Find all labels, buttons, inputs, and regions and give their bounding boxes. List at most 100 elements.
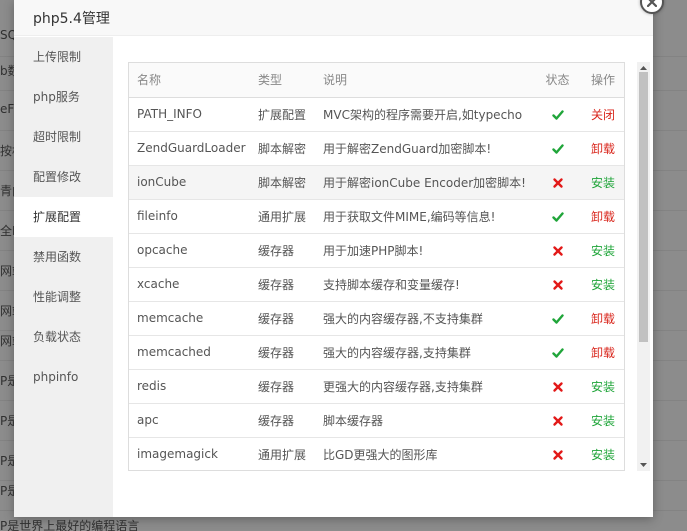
extension-name: ionCube: [129, 165, 250, 200]
extension-name: fileinfo: [129, 199, 250, 234]
sidebar-item-php-service[interactable]: php服务: [14, 77, 113, 117]
extension-name: apc: [129, 403, 250, 438]
extension-name: redis: [129, 369, 250, 404]
extension-type: 缓存器: [250, 369, 315, 404]
column-header-description: 说明: [315, 63, 534, 98]
extension-action-link[interactable]: 卸载: [591, 312, 615, 326]
sidebar-item-phpinfo[interactable]: phpinfo: [14, 357, 113, 397]
sidebar-item-label: 禁用函数: [33, 250, 82, 264]
extension-description: 脚本缓存器: [315, 403, 534, 438]
extension-description: 用于加速PHP脚本!: [315, 233, 534, 268]
extensions-table: 名称 类型 说明 状态 操作 PATH_INFO 扩展配置 MVC架构的程序需要开启…: [129, 63, 624, 470]
extension-action-link[interactable]: 安装: [591, 414, 615, 428]
sidebar-item-label: 负载状态: [33, 330, 82, 344]
extension-description: MVC架构的程序需要开启,如typecho: [315, 97, 534, 132]
extension-status: [534, 267, 581, 302]
extension-name: xcache: [129, 267, 250, 302]
extension-description: 用于获取文件MIME,编码等信息!: [315, 199, 534, 234]
extension-name: opcache: [129, 233, 250, 268]
cross-icon: [552, 277, 564, 291]
cross-icon: [552, 243, 564, 257]
extension-operation-cell: 安装: [581, 165, 624, 200]
extension-action-link[interactable]: 卸载: [591, 346, 615, 360]
extension-operation-cell: 安装: [581, 437, 624, 470]
extension-description: 强大的内容缓存器,支持集群: [315, 335, 534, 370]
extension-operation-cell: 安装: [581, 267, 624, 302]
extension-operation-cell: 卸载: [581, 301, 624, 336]
arrow-down-icon: [640, 463, 647, 467]
table-row: xcache 缓存器 支持脚本缓存和变量缓存! 安装: [129, 267, 624, 302]
extension-description: 强大的内容缓存器,不支持集群: [315, 301, 534, 336]
extension-action-link[interactable]: 卸载: [591, 210, 615, 224]
dialog-header: php5.4管理: [14, 0, 653, 36]
extension-status: [534, 131, 581, 166]
sidebar-item-label: 配置修改: [33, 170, 82, 184]
scroll-thumb[interactable]: [639, 72, 648, 342]
dialog-title: php5.4管理: [33, 11, 110, 27]
extension-description: 支持脚本缓存和变量缓存!: [315, 267, 534, 302]
extension-operation-cell: 卸载: [581, 199, 624, 234]
table-row: redis 缓存器 更强大的内容缓存器,支持集群 安装: [129, 369, 624, 404]
extension-status: [534, 233, 581, 268]
table-scrollbar[interactable]: [637, 62, 650, 471]
sidebar-item-config-edit[interactable]: 配置修改: [14, 157, 113, 197]
check-icon: [551, 107, 564, 121]
sidebar-item-upload-limit[interactable]: 上传限制: [14, 37, 113, 77]
extension-status: [534, 97, 581, 132]
arrow-up-icon: [640, 66, 647, 70]
extension-status: [534, 335, 581, 370]
extension-status: [534, 369, 581, 404]
sidebar-item-load-status[interactable]: 负载状态: [14, 317, 113, 357]
extension-type: 缓存器: [250, 301, 315, 336]
table-row: imagemagick 通用扩展 比GD更强大的图形库 安装: [129, 437, 624, 470]
php-manager-dialog: php5.4管理 上传限制 php服务 超时限制 配置修改 扩展配置 禁用函数 …: [14, 0, 664, 517]
extension-type: 缓存器: [250, 233, 315, 268]
extension-action-link[interactable]: 安装: [591, 380, 615, 394]
sidebar-item-label: 性能调整: [33, 290, 82, 304]
sidebar-item-performance[interactable]: 性能调整: [14, 277, 113, 317]
check-icon: [551, 209, 564, 223]
table-row: opcache 缓存器 用于加速PHP脚本! 安装: [129, 233, 624, 268]
sidebar-item-label: php服务: [33, 90, 80, 104]
extension-action-link[interactable]: 安装: [591, 244, 615, 258]
extension-action-link[interactable]: 安装: [591, 278, 615, 292]
sidebar-item-disabled-functions[interactable]: 禁用函数: [14, 237, 113, 277]
extension-type: 通用扩展: [250, 437, 315, 470]
extension-status: [534, 403, 581, 438]
table-row: ZendGuardLoader 脚本解密 用于解密ZendGuard加密脚本! 卸载: [129, 131, 624, 166]
extension-name: ZendGuardLoader: [129, 131, 250, 166]
sidebar-item-timeout-limit[interactable]: 超时限制: [14, 117, 113, 157]
extension-action-link[interactable]: 卸载: [591, 142, 615, 156]
extension-name: memcache: [129, 301, 250, 336]
extension-type: 通用扩展: [250, 199, 315, 234]
table-body: PATH_INFO 扩展配置 MVC架构的程序需要开启,如typecho 关闭 Zend…: [129, 97, 624, 470]
column-header-status: 状态: [534, 63, 581, 98]
sidebar-item-label: 扩展配置: [33, 210, 82, 224]
check-icon: [551, 141, 564, 155]
extension-action-link[interactable]: 关闭: [591, 108, 615, 122]
extension-operation-cell: 关闭: [581, 97, 624, 132]
extension-description: 比GD更强大的图形库: [315, 437, 534, 470]
extension-type: 缓存器: [250, 267, 315, 302]
extension-name: imagemagick: [129, 437, 250, 470]
extension-status: [534, 437, 581, 470]
table-row: ionCube 脚本解密 用于解密ionCube Encoder加密脚本! 安装: [129, 165, 624, 200]
sidebar: 上传限制 php服务 超时限制 配置修改 扩展配置 禁用函数 性能调整 负载状态…: [14, 37, 113, 517]
cross-icon: [552, 447, 564, 461]
table-row: PATH_INFO 扩展配置 MVC架构的程序需要开启,如typecho 关闭: [129, 97, 624, 132]
cross-icon: [552, 379, 564, 393]
extension-name: PATH_INFO: [129, 97, 250, 132]
sidebar-item-extensions[interactable]: 扩展配置: [14, 197, 113, 237]
extensions-table-container: 名称 类型 说明 状态 操作 PATH_INFO 扩展配置 MVC架构的程序需要开启…: [128, 62, 625, 471]
extension-status: [534, 165, 581, 200]
column-header-type: 类型: [250, 63, 315, 98]
extension-type: 扩展配置: [250, 97, 315, 132]
extension-operation-cell: 卸载: [581, 131, 624, 166]
extension-action-link[interactable]: 安装: [591, 176, 615, 190]
check-icon: [551, 311, 564, 325]
extension-operation-cell: 安装: [581, 403, 624, 438]
extension-action-link[interactable]: 安装: [591, 448, 615, 462]
scroll-down-button[interactable]: [637, 459, 650, 471]
column-header-name: 名称: [129, 63, 250, 98]
extension-status: [534, 199, 581, 234]
